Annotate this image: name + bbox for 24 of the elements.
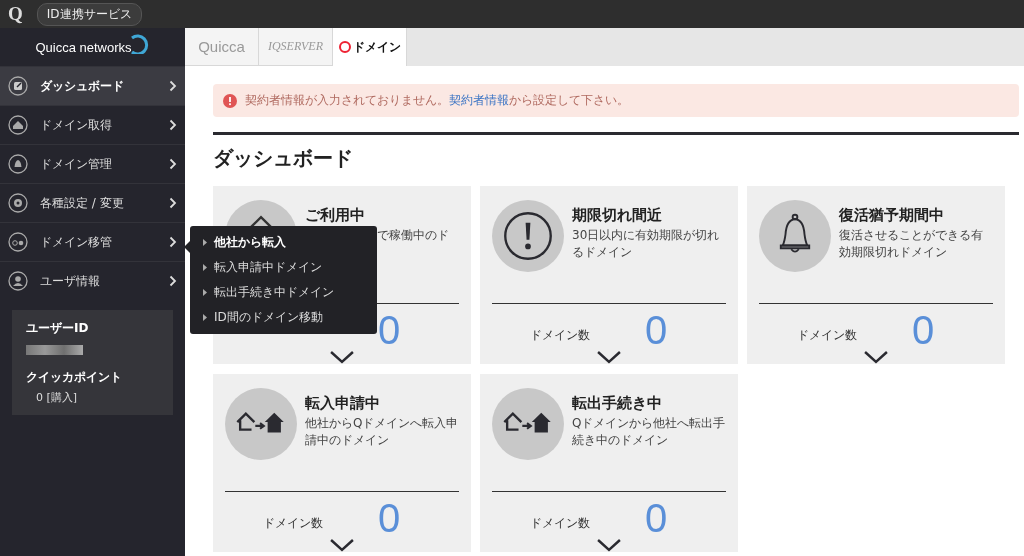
card-title: 転出手続き中 <box>572 394 663 413</box>
card-title: ご利用中 <box>305 206 366 225</box>
card-title: 復活猶予期間中 <box>839 206 945 225</box>
count-label: ドメイン数 <box>797 327 857 345</box>
count-label: ドメイン数 <box>530 515 590 533</box>
domain-count: 0 <box>378 496 401 542</box>
card-description: 復活させることができる有効期限切れドメイン <box>839 227 984 261</box>
domain-count: 0 <box>912 308 935 354</box>
card-description: 他社からQドメインへ転入申請中のドメイン <box>305 415 459 449</box>
points-label: クイッカポイント <box>26 369 122 386</box>
points-value: 0 [購入] <box>35 390 78 405</box>
domain-count: 0 <box>378 308 401 354</box>
card-title: 転入申請中 <box>305 394 381 413</box>
user-id-label: ユーザーID <box>26 320 89 337</box>
domain-count: 0 <box>645 496 668 542</box>
card-description: 30日以内に有効期限が切れるドメイン <box>572 227 721 261</box>
count-label: ドメイン数 <box>263 515 323 533</box>
count-label: ドメイン数 <box>530 327 590 345</box>
alert-message: 契約者情報が入力されておりません。契約者情報から設定して下さい。 <box>245 92 629 109</box>
page-heading: ダッシュボード <box>213 145 354 172</box>
domain-count: 0 <box>645 308 668 354</box>
card-description: で稼働中のド <box>376 227 449 244</box>
card-description: Qドメインから他社へ転出手続き中のドメイン <box>572 415 726 449</box>
card-title: 期限切れ間近 <box>572 206 663 225</box>
